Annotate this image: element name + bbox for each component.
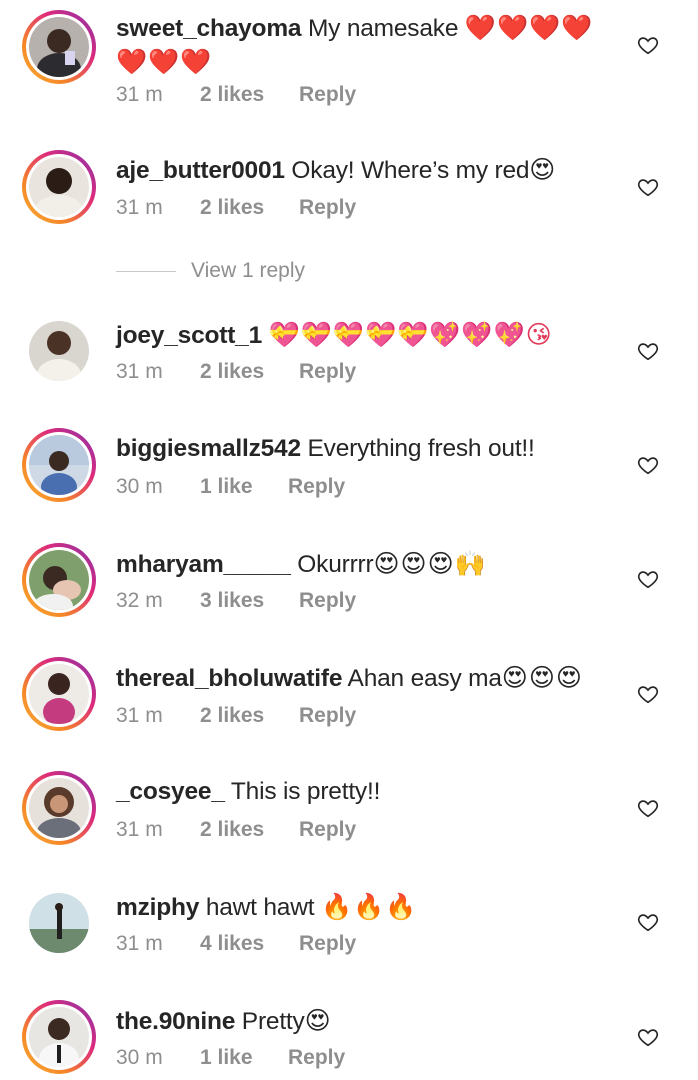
comment-meta: 31 m 2 likes Reply <box>116 360 356 384</box>
reply-button[interactable]: Reply <box>299 196 356 219</box>
comment-likes[interactable]: 2 likes <box>200 196 299 220</box>
comment-text: Okurrrr <box>297 551 374 578</box>
comment-line: aje_butter0001 Okay! Where’s my red😍 <box>116 153 608 187</box>
comment-time: 31 m <box>116 818 163 841</box>
avatar[interactable] <box>22 886 96 960</box>
comment-likes[interactable]: 3 likes <box>200 589 299 613</box>
heart-icon[interactable] <box>637 797 659 819</box>
comment-emoji: 😍😍😍🙌 <box>373 549 487 578</box>
comment-meta: 31 m 2 likes Reply <box>116 704 356 728</box>
comment-time: 32 m <box>116 589 163 612</box>
comment-line: sweet_chayoma My namesake ❤️❤️❤️❤️❤️❤️❤️ <box>116 11 608 79</box>
comment-likes[interactable]: 4 likes <box>200 932 299 956</box>
reply-button[interactable]: Reply <box>299 589 356 612</box>
comment-meta: 30 m 1 like Reply <box>116 1046 345 1070</box>
heart-icon[interactable] <box>637 911 659 933</box>
comment-time: 31 m <box>116 360 163 383</box>
comment-likes[interactable]: 1 like <box>200 475 288 499</box>
heart-icon[interactable] <box>637 683 659 705</box>
comment-line: joey_scott_1 💝💝💝💝💝💖💖💖😘 <box>116 318 608 352</box>
heart-icon[interactable] <box>637 340 659 362</box>
comment-text: Pretty <box>241 1008 305 1035</box>
comment-username[interactable]: joey_scott_1 <box>116 322 262 349</box>
heart-icon[interactable] <box>637 1026 659 1048</box>
comment-username[interactable]: _cosyee_ <box>116 778 225 805</box>
comment-meta: 31 m 4 likes Reply <box>116 932 356 956</box>
comment-meta: 32 m 3 likes Reply <box>116 589 356 613</box>
comment-username[interactable]: thereal_bholuwatife <box>116 665 342 692</box>
avatar[interactable] <box>22 10 96 84</box>
comment-emoji: 😍 <box>529 155 557 184</box>
comment-likes[interactable]: 2 likes <box>200 360 299 384</box>
comment-time: 31 m <box>116 704 163 727</box>
view-replies-label: View 1 reply <box>191 259 306 282</box>
view-replies-button[interactable]: View 1 reply <box>116 259 305 283</box>
comment-username[interactable]: sweet_chayoma <box>116 15 302 42</box>
comment-line: mharyam_____ Okurrrr😍😍😍🙌 <box>116 547 608 581</box>
comment-time: 30 m <box>116 475 163 498</box>
comment-time: 31 m <box>116 932 163 955</box>
avatar[interactable] <box>22 657 96 731</box>
comment-meta: 31 m 2 likes Reply <box>116 818 356 842</box>
comment-time: 31 m <box>116 83 163 106</box>
comment-text: This is pretty!! <box>230 778 381 805</box>
comment-line: the.90nine Pretty😍 <box>116 1004 608 1038</box>
reply-button[interactable]: Reply <box>288 1046 345 1069</box>
comment-text: Okay! Where’s my red <box>291 157 530 184</box>
heart-icon[interactable] <box>637 176 659 198</box>
comment-line: _cosyee_ This is pretty!! <box>116 775 608 808</box>
comment-meta: 31 m 2 likes Reply <box>116 83 356 107</box>
comment-likes[interactable]: 2 likes <box>200 818 299 842</box>
reply-button[interactable]: Reply <box>299 360 356 383</box>
comment-username[interactable]: the.90nine <box>116 1008 235 1035</box>
avatar[interactable] <box>22 1000 96 1074</box>
comment-emoji: 💝💝💝💝💝💖💖💖😘 <box>268 320 553 349</box>
comment-text: Ahan easy ma <box>347 665 502 692</box>
avatar[interactable] <box>22 543 96 617</box>
comment-line: biggiesmallz542 Everything fresh out!! <box>116 432 608 465</box>
comment-text: hawt hawt <box>205 894 315 921</box>
comment-likes[interactable]: 2 likes <box>200 704 299 728</box>
divider-dash <box>116 270 176 272</box>
comment-username[interactable]: aje_butter0001 <box>116 157 285 184</box>
avatar[interactable] <box>22 150 96 224</box>
heart-icon[interactable] <box>637 568 659 590</box>
comment-meta: 31 m 2 likes Reply <box>116 196 356 220</box>
comment-line: mziphy hawt hawt 🔥🔥🔥 <box>116 890 608 924</box>
comment-emoji: 😍😍😍 <box>501 663 583 692</box>
comment-username[interactable]: mharyam_____ <box>116 551 291 578</box>
comment-username[interactable]: biggiesmallz542 <box>116 435 301 462</box>
comment-likes[interactable]: 2 likes <box>200 83 299 107</box>
comment-emoji: 😍 <box>304 1006 332 1035</box>
reply-button[interactable]: Reply <box>288 475 345 498</box>
reply-button[interactable]: Reply <box>299 83 356 106</box>
heart-icon[interactable] <box>637 34 659 56</box>
avatar[interactable] <box>22 771 96 845</box>
comment-time: 31 m <box>116 196 163 219</box>
comment-text: Everything fresh out!! <box>307 435 535 462</box>
reply-button[interactable]: Reply <box>299 818 356 841</box>
comment-line: thereal_bholuwatife Ahan easy ma😍😍😍 <box>116 661 608 695</box>
avatar[interactable] <box>22 428 96 502</box>
comment-time: 30 m <box>116 1046 163 1069</box>
comment-text: My namesake <box>307 15 459 42</box>
reply-button[interactable]: Reply <box>299 932 356 955</box>
comment-meta: 30 m 1 like Reply <box>116 475 345 499</box>
reply-button[interactable]: Reply <box>299 704 356 727</box>
comment-emoji: 🔥🔥🔥 <box>320 892 418 921</box>
avatar[interactable] <box>22 314 96 388</box>
comment-likes[interactable]: 1 like <box>200 1046 288 1070</box>
heart-icon[interactable] <box>637 454 659 476</box>
comment-username[interactable]: mziphy <box>116 894 199 921</box>
